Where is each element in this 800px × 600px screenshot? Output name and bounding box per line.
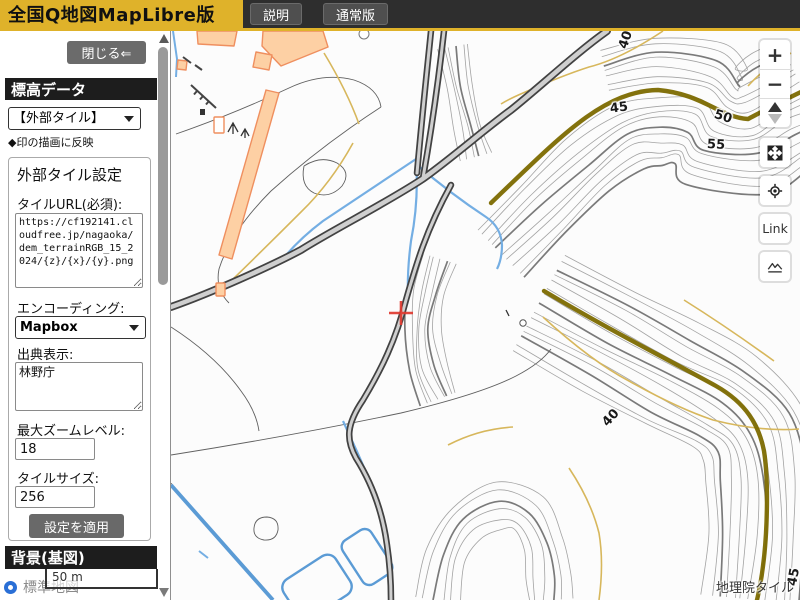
tile-url-label: タイルURL(必須): [17, 194, 122, 213]
link-button-label: Link [762, 221, 788, 236]
scale-label: 50 m [47, 569, 156, 586]
plus-icon: + [767, 45, 784, 65]
tile-url-input[interactable]: https://cf192141.cloudfree.jp/nagaoka/de… [15, 213, 143, 288]
geolocate-control [760, 176, 790, 205]
app-window: 全国Q地図MapLibre版 説明 通常版 閉じる⇐ 標高データ 【外部タイル】… [0, 0, 800, 600]
attribution-label: 出典表示: [17, 344, 73, 363]
scroll-down-icon[interactable] [159, 588, 169, 597]
fullscreen-control [760, 138, 790, 167]
fullscreen-button[interactable] [760, 138, 790, 167]
help-button[interactable]: 説明 [250, 3, 302, 25]
zoom-in-button[interactable]: + [760, 40, 790, 69]
sidebar-scrollbar-thumb[interactable] [158, 47, 168, 285]
elevation-source-select[interactable]: 【外部タイル】 [8, 107, 141, 130]
scroll-up-icon[interactable] [159, 34, 169, 43]
pitch-toggle-icon [768, 102, 782, 124]
pitch-toggle-button[interactable] [760, 98, 790, 127]
background-section-header: 背景(基図) [5, 546, 157, 569]
zoom-out-button[interactable]: − [760, 69, 790, 98]
tilesize-input[interactable] [15, 486, 95, 508]
app-header: 全国Q地図MapLibre版 説明 通常版 [0, 0, 800, 31]
external-tile-settings-panel: 外部タイル設定 タイルURL(必須): https://cf192141.clo… [8, 157, 151, 541]
normal-version-button[interactable]: 通常版 [323, 3, 388, 25]
fullscreen-icon [766, 142, 784, 164]
app-title: 全国Q地図MapLibre版 [8, 1, 215, 27]
standard-map-radio[interactable] [4, 581, 17, 594]
encoding-label: エンコーディング: [17, 298, 124, 317]
sidebar: 閉じる⇐ 標高データ 【外部タイル】 ◆印の描画に反映 外部タイル設定 タイルU… [0, 31, 170, 600]
encoding-select[interactable]: Mapbox [15, 316, 146, 339]
map-attribution: 地理院タイル [716, 577, 794, 596]
maxzoom-input[interactable] [15, 438, 95, 460]
apply-settings-button[interactable]: 設定を適用 [29, 514, 124, 538]
maxzoom-label: 最大ズームレベル: [17, 420, 125, 439]
geolocate-icon [766, 180, 784, 202]
link-button[interactable]: Link [760, 214, 790, 243]
minus-icon: − [767, 74, 784, 94]
map-scale-bar: 50 m [45, 569, 158, 589]
map-canvas[interactable]: 404550554045 + − [170, 31, 800, 600]
sidebar-close-button[interactable]: 閉じる⇐ [67, 41, 146, 64]
tile-settings-title: 外部タイル設定 [17, 164, 122, 185]
terrain-profile-button[interactable] [760, 252, 790, 281]
terrain-profile-control [760, 252, 790, 281]
elevation-note: ◆印の描画に反映 [8, 134, 93, 150]
zoom-control-group: + − [760, 40, 790, 127]
link-control: Link [760, 214, 790, 243]
tilesize-label: タイルサイズ: [17, 468, 99, 487]
attribution-input[interactable]: 林野庁 [15, 362, 143, 411]
map-graphics [171, 31, 800, 600]
geolocate-button[interactable] [760, 176, 790, 205]
elevation-section-header: 標高データ [5, 78, 157, 100]
terrain-profile-icon [766, 256, 784, 278]
app-title-block: 全国Q地図MapLibre版 [0, 0, 243, 28]
